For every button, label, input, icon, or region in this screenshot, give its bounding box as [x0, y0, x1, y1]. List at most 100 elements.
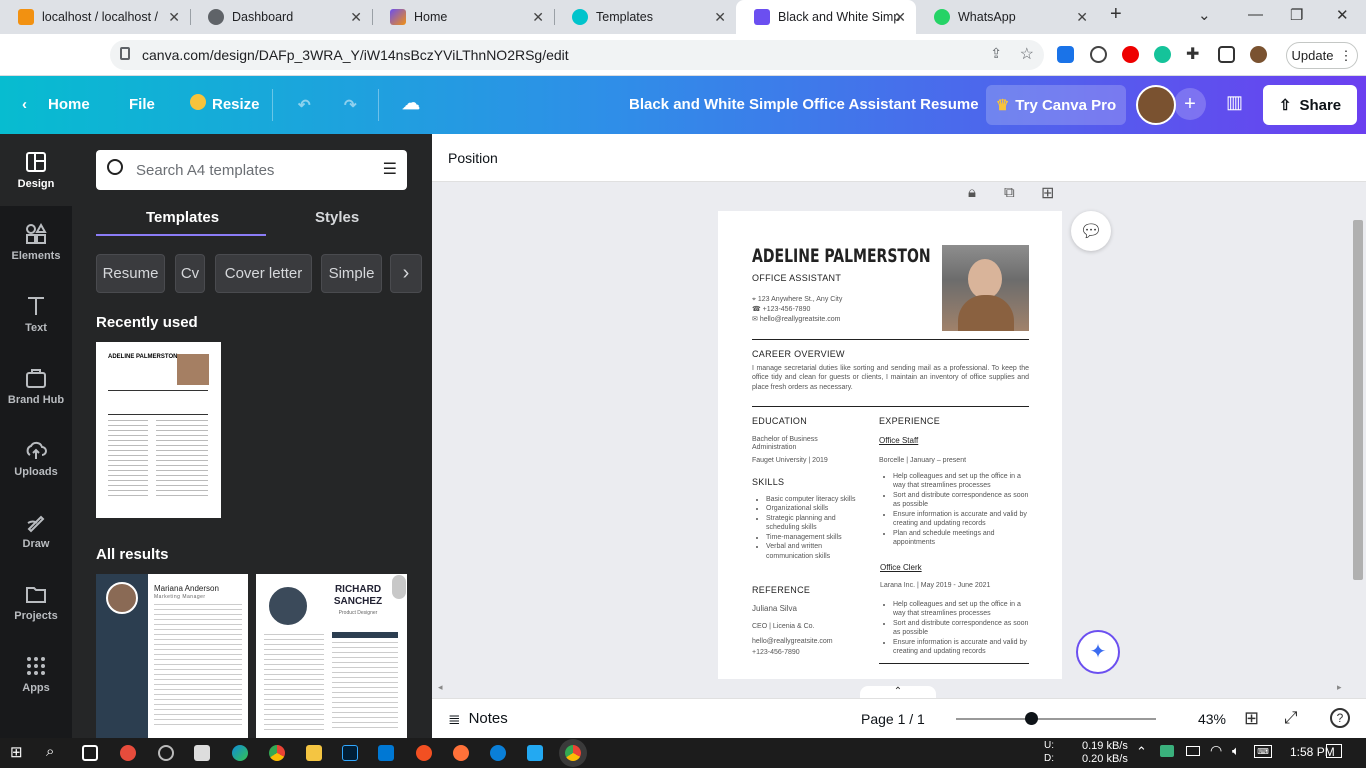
close-icon[interactable]: ✕	[1076, 9, 1088, 26]
browser-tab-dashboard[interactable]: Dashboard ✕	[190, 0, 372, 34]
rail-item-apps[interactable]: Apps	[0, 638, 72, 710]
add-page-icon[interactable]: ⊞	[1041, 183, 1054, 203]
update-button[interactable]: Update ⋮	[1286, 42, 1358, 69]
design-title[interactable]: Black and White Simple Office Assistant …	[629, 96, 979, 113]
rail-item-elements[interactable]: Elements	[0, 206, 72, 278]
canvas-scrollbar[interactable]	[1352, 186, 1364, 680]
add-comment-icon[interactable]: 💬︎	[1071, 211, 1111, 251]
rail-item-text[interactable]: Text	[0, 278, 72, 350]
grammarly-icon[interactable]	[1154, 46, 1171, 63]
app-icon[interactable]	[158, 745, 174, 761]
rail-item-design[interactable]: Design	[0, 134, 72, 206]
minimize-icon[interactable]: —	[1248, 6, 1263, 23]
side-panel-icon[interactable]	[1218, 46, 1235, 63]
page-indicator[interactable]: Page 1 / 1	[861, 711, 925, 727]
try-canva-pro-button[interactable]: ♛ Try Canva Pro	[986, 85, 1126, 125]
notification-icon[interactable]	[1326, 744, 1342, 758]
scroll-right-icon[interactable]: ▸	[1337, 682, 1342, 693]
tab-styles[interactable]: Styles	[315, 209, 359, 226]
browser-tab-resume[interactable]: Black and White Simp ✕	[736, 0, 916, 34]
bookmark-star-icon[interactable]: ☆	[1020, 44, 1034, 64]
url-bar[interactable]: canva.com/design/DAFp_3WRA_Y/iW14nsBczYV…	[110, 40, 1044, 70]
add-collaborator-icon[interactable]: +	[1174, 88, 1206, 120]
chrome-active-icon[interactable]	[565, 745, 581, 761]
restore-icon[interactable]: ❐	[1290, 6, 1303, 24]
edge-icon[interactable]	[232, 745, 248, 761]
magic-sparkle-icon[interactable]: ✦	[1076, 630, 1120, 674]
redo-icon[interactable]: ↷	[344, 96, 357, 114]
share-page-icon[interactable]: ⇪	[990, 45, 1002, 62]
volume-icon[interactable]: 🔈︎	[1232, 743, 1240, 759]
filter-icon[interactable]: ☰	[383, 159, 397, 179]
language-icon[interactable]: ⌨	[1254, 745, 1272, 758]
recent-template-thumbnail[interactable]: ADELINE PALMERSTON	[96, 342, 221, 518]
position-button[interactable]: Position	[448, 150, 498, 166]
notes-button[interactable]: ≣ Notes	[448, 710, 508, 728]
app-icon[interactable]	[416, 745, 432, 761]
resume-page[interactable]: ADELINE PALMERSTON OFFICE ASSISTANT ⌖ 12…	[718, 211, 1062, 679]
chip-resume[interactable]: Resume	[96, 254, 165, 293]
undo-icon[interactable]: ↶	[298, 96, 311, 114]
lock-icon[interactable]: 🔒︎	[968, 184, 976, 201]
rail-item-draw[interactable]: Draw	[0, 494, 72, 566]
home-button[interactable]: Home	[48, 96, 90, 113]
puzzle-icon[interactable]: ✚	[1186, 44, 1203, 63]
photoshop-icon[interactable]	[342, 745, 358, 761]
duplicate-page-icon[interactable]: ⧉	[1004, 184, 1015, 201]
insights-icon[interactable]: ▥	[1226, 92, 1243, 113]
rail-item-uploads[interactable]: Uploads	[0, 422, 72, 494]
panel-scrollbar[interactable]	[392, 575, 406, 599]
tab-templates[interactable]: Templates	[146, 209, 219, 226]
app-icon[interactable]	[120, 745, 136, 761]
windows-start-icon[interactable]: ⊞	[10, 743, 26, 761]
close-icon[interactable]: ✕	[714, 9, 726, 26]
store-icon[interactable]	[194, 745, 210, 761]
close-icon[interactable]: ✕	[894, 9, 906, 26]
file-explorer-icon[interactable]	[306, 745, 322, 761]
tray-app-icon[interactable]	[1160, 745, 1174, 757]
mail-icon[interactable]	[378, 745, 394, 761]
new-tab-icon[interactable]: +	[1110, 3, 1122, 26]
tab-search-icon[interactable]: ⌄	[1198, 6, 1211, 24]
battery-icon[interactable]	[1186, 746, 1200, 756]
zoom-slider-thumb[interactable]	[1025, 712, 1038, 725]
wifi-icon[interactable]: ◠	[1210, 742, 1222, 759]
rail-item-projects[interactable]: Projects	[0, 566, 72, 638]
vscode-icon[interactable]	[527, 745, 543, 761]
browser-tab-templates[interactable]: Templates ✕	[554, 0, 736, 34]
chevron-left-icon[interactable]: ‹	[22, 96, 27, 113]
avatar[interactable]	[1136, 85, 1176, 125]
zoom-level[interactable]: 43%	[1182, 711, 1226, 727]
close-icon[interactable]: ✕	[350, 9, 362, 26]
browser-tab-whatsapp[interactable]: WhatsApp ✕	[916, 0, 1098, 34]
search-input[interactable]: Search A4 templates ☰	[96, 150, 407, 190]
template-thumbnail[interactable]: Mariana Anderson Marketing Manager	[96, 574, 248, 738]
extension-icon[interactable]	[1090, 46, 1107, 63]
browser-tab-phpmyadmin[interactable]: localhost / localhost / ✕	[0, 0, 190, 34]
resize-button[interactable]: Resize	[212, 96, 260, 113]
cloud-saved-icon[interactable]: ☁	[402, 93, 420, 114]
firefox-icon[interactable]	[453, 745, 469, 761]
fullscreen-icon[interactable]: ⤢	[1284, 708, 1298, 728]
chip-cover-letter[interactable]: Cover letter	[215, 254, 312, 293]
zoom-slider[interactable]	[956, 712, 1156, 725]
grid-view-icon[interactable]: ⊞	[1244, 708, 1259, 729]
search-icon[interactable]: ⌕	[46, 743, 62, 760]
task-view-icon[interactable]	[82, 745, 98, 761]
close-icon[interactable]: ✕	[532, 9, 544, 26]
chip-simple[interactable]: Simple	[321, 254, 382, 293]
app-icon[interactable]	[490, 745, 506, 761]
chevron-right-icon[interactable]: ›	[390, 254, 422, 293]
scroll-left-icon[interactable]: ◂	[438, 682, 443, 693]
template-thumbnail[interactable]: RICHARD SANCHEZ Product Designer	[256, 574, 407, 738]
profile-avatar-icon[interactable]	[1250, 46, 1267, 63]
extension-icon[interactable]	[1057, 46, 1074, 63]
help-icon[interactable]: ?	[1330, 708, 1350, 728]
close-icon[interactable]: ✕	[168, 9, 180, 26]
browser-tab-home[interactable]: Home ✕	[372, 0, 554, 34]
chrome-icon[interactable]	[269, 745, 285, 761]
extension-icon[interactable]	[1122, 46, 1139, 63]
window-close-icon[interactable]: ✕	[1336, 6, 1349, 24]
chip-cv[interactable]: Cv	[175, 254, 205, 293]
file-menu-button[interactable]: File	[129, 96, 155, 113]
